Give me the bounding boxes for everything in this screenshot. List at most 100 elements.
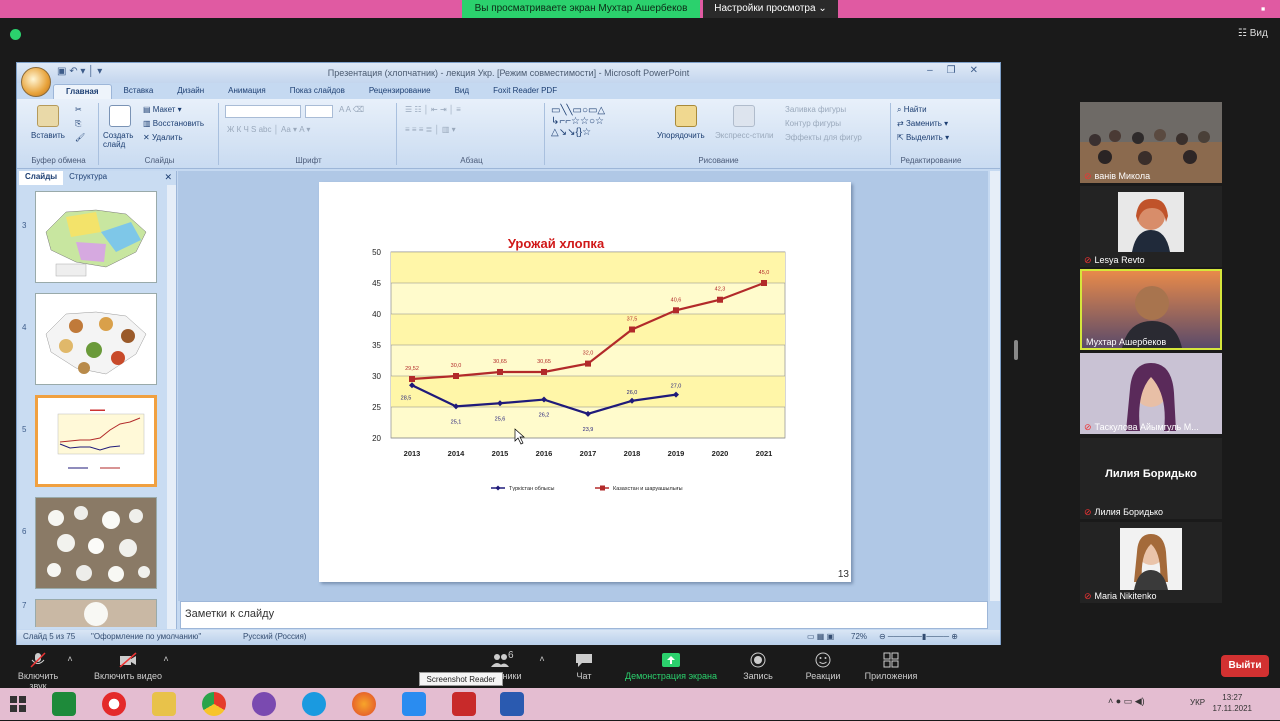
participant-tile[interactable]: ⊘ Таскулова Айымгуль М... (1080, 353, 1222, 434)
quick-styles-icon[interactable] (733, 105, 755, 127)
input-language[interactable]: УКР (1190, 698, 1205, 707)
share-screen-button[interactable]: Демонстрация экрана (616, 652, 726, 681)
firefox-icon[interactable] (352, 692, 376, 716)
zoom-slider[interactable]: ⊖ ──────▮──── ⊕ (879, 632, 958, 641)
font-size-input[interactable] (305, 105, 333, 118)
record-button[interactable]: Запись (736, 652, 780, 681)
leave-button[interactable]: Выйти (1221, 655, 1269, 677)
slide-thumb[interactable] (35, 599, 157, 627)
tab-home[interactable]: Главная (53, 84, 112, 100)
zoom-icon[interactable] (402, 692, 426, 716)
y-tick-label: 30 (372, 372, 381, 381)
delete-slide-button[interactable]: ✕ Удалить (143, 133, 182, 142)
slide-thumb[interactable] (35, 293, 157, 385)
x-tick-label: 2018 (624, 449, 641, 458)
font-format-icons[interactable]: Ж К Ч S abc │ Аа ▾ A ▾ (227, 125, 310, 134)
svg-text:▬▬▬: ▬▬▬ (90, 407, 105, 413)
format-painter-icon[interactable]: 🖌 (75, 133, 85, 142)
x-tick-label: 2015 (492, 449, 509, 458)
paste-button[interactable]: Вставить (31, 131, 65, 140)
slide-scrollbar[interactable] (990, 171, 1000, 601)
tab-foxit[interactable]: Foxit Reader PDF (481, 84, 569, 100)
notes-pane[interactable]: Заметки к слайду (180, 601, 988, 629)
cotton-thumbnail-image (36, 498, 156, 588)
tab-insert[interactable]: Вставка (112, 84, 166, 100)
shield-icon[interactable] (10, 29, 21, 40)
opera-icon[interactable] (102, 692, 126, 716)
chat-button[interactable]: Чат (562, 652, 606, 681)
participant-name-text: Мухтар Ашербеков (1086, 337, 1167, 347)
apps-button[interactable]: Приложения (858, 652, 924, 681)
view-buttons[interactable]: ▭ ▦ ▣ (807, 632, 834, 641)
foxit-reader-icon[interactable] (452, 692, 476, 716)
layout-button[interactable]: ▤ Макет ▾ (143, 105, 182, 114)
participants-chevron-icon[interactable]: ˄ (536, 654, 548, 664)
office-button[interactable] (21, 67, 51, 97)
ribbon: Вставить ✂ ⎘ 🖌 Буфер обмена Создать слай… (17, 99, 1000, 169)
window-controls[interactable]: ‒❐✕ (927, 65, 992, 76)
thumbnail-scrollbar[interactable] (167, 185, 176, 629)
reactions-button[interactable]: Реакции (800, 652, 846, 681)
data-label: 26,0 (627, 390, 638, 396)
slide-thumb-selected[interactable]: ▬▬▬ (35, 395, 157, 487)
shape-effects-button[interactable]: Эффекты для фигур (785, 133, 862, 142)
quick-access-toolbar[interactable]: ▣ ↶ ▾ │ ▾ (57, 66, 102, 77)
layout-label: Макет (152, 105, 176, 114)
participant-tile[interactable]: ⊘ ванів Микола (1080, 102, 1222, 183)
font-grow-icon[interactable]: A A ⌫ (339, 105, 364, 114)
tab-animation[interactable]: Анимация (216, 84, 278, 100)
slide-thumb[interactable] (35, 191, 157, 283)
close-icon[interactable]: ▪ (1254, 0, 1272, 18)
copy-icon[interactable]: ⎘ (75, 119, 81, 129)
tab-slides[interactable]: Слайды (19, 171, 64, 185)
reset-button[interactable]: ▥ Восстановить (143, 119, 204, 128)
view-settings-button[interactable]: Настройки просмотра ⌄ (703, 0, 838, 18)
word-icon[interactable] (500, 692, 524, 716)
tab-view[interactable]: Вид (443, 84, 481, 100)
font-name-input[interactable] (225, 105, 301, 118)
shapes-gallery[interactable]: ▭╲╲▭○▭△ ↳⌐⌐☆☆○☆ △↘↘{}☆ (551, 105, 605, 138)
cut-icon[interactable]: ✂ (75, 105, 82, 114)
file-explorer-icon[interactable] (152, 692, 176, 716)
clock[interactable]: 13:27 17.11.2021 (1213, 692, 1252, 714)
system-tray-icons[interactable]: ˄ ● ▭ ◀) (1108, 696, 1188, 712)
arrange-button[interactable]: Упорядочить (657, 131, 705, 140)
participant-tile[interactable]: ⊘ Maria Nikitenko (1080, 522, 1222, 603)
find-button[interactable]: ⌕ Найти (897, 105, 927, 115)
participant-tile-active-speaker[interactable]: Мухтар Ашербеков (1080, 269, 1222, 350)
list-icons[interactable]: ☰ ☷ │ ⇤ ⇥ │ ≡ (405, 105, 461, 114)
new-slide-button[interactable]: Создать слайд (103, 131, 141, 149)
arrange-icon[interactable] (675, 105, 697, 127)
start-video-button[interactable]: Включить видео (88, 652, 168, 681)
paste-icon[interactable] (37, 105, 59, 127)
video-options-chevron-icon[interactable]: ˄ (160, 654, 172, 664)
chrome-icon[interactable] (202, 692, 226, 716)
new-slide-icon[interactable] (109, 105, 131, 127)
view-button[interactable]: ☷ Вид (1238, 28, 1268, 39)
select-button[interactable]: ⇱ Выделить ▾ (897, 133, 949, 142)
tab-design[interactable]: Дизайн (165, 84, 216, 100)
quick-styles-button[interactable]: Экспресс-стили (715, 131, 774, 140)
participant-tile[interactable]: ⊘ Lesya Revto (1080, 186, 1222, 267)
audio-options-chevron-icon[interactable]: ˄ (64, 654, 76, 664)
viber-icon[interactable] (252, 692, 276, 716)
participant-tile[interactable]: Лилия Боридько ⊘ Лилия Боридько (1080, 438, 1222, 519)
panel-splitter[interactable] (1014, 340, 1018, 360)
data-label: 29,52 (405, 366, 419, 372)
close-icon[interactable]: ✕ (164, 172, 172, 183)
data-point (629, 326, 635, 333)
tab-slideshow[interactable]: Показ слайдов (278, 84, 357, 100)
replace-button[interactable]: ⇄ Заменить ▾ (897, 119, 948, 128)
tab-outline[interactable]: Структура (63, 171, 113, 185)
participant-name: Мухтар Ашербеков (1086, 337, 1166, 347)
excel-icon[interactable] (52, 692, 76, 716)
align-icons[interactable]: ≡ ≡ ≡ ≣ │ ▥ ▾ (405, 125, 456, 134)
skype-icon[interactable] (302, 692, 326, 716)
slide-thumb[interactable] (35, 497, 157, 589)
tab-review[interactable]: Рецензирование (357, 84, 443, 100)
slide[interactable]: 20 25 30 35 40 45 50 2013 2014 2015 2016 2017 2018 20… (319, 182, 851, 582)
windows-start-icon[interactable] (6, 692, 30, 716)
shape-outline-button[interactable]: Контур фигуры (785, 119, 841, 128)
shape-fill-button[interactable]: Заливка фигуры (785, 105, 846, 114)
unmute-button[interactable]: Включить звук (8, 652, 68, 691)
